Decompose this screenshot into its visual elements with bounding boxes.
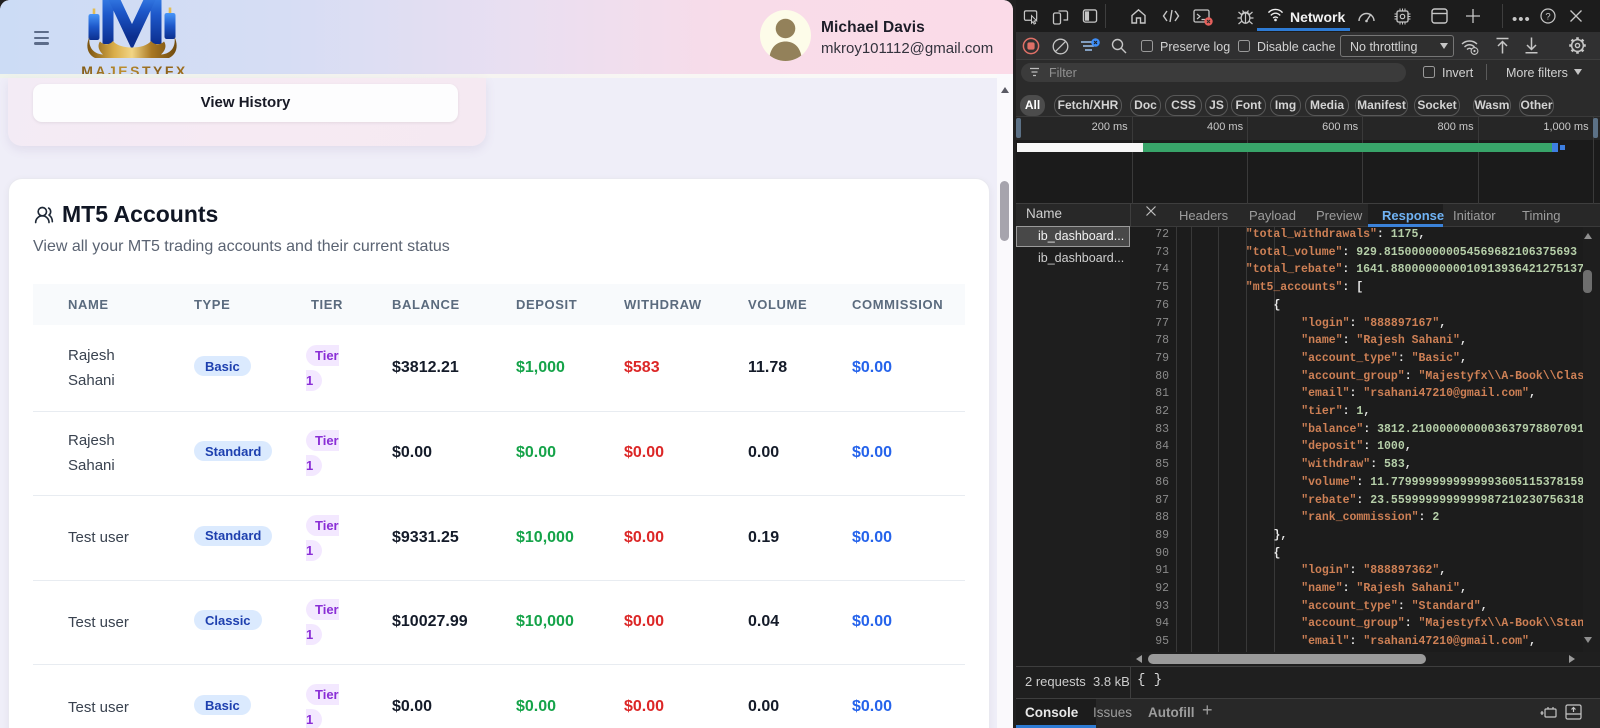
svg-text:?: ? <box>1545 11 1550 22</box>
